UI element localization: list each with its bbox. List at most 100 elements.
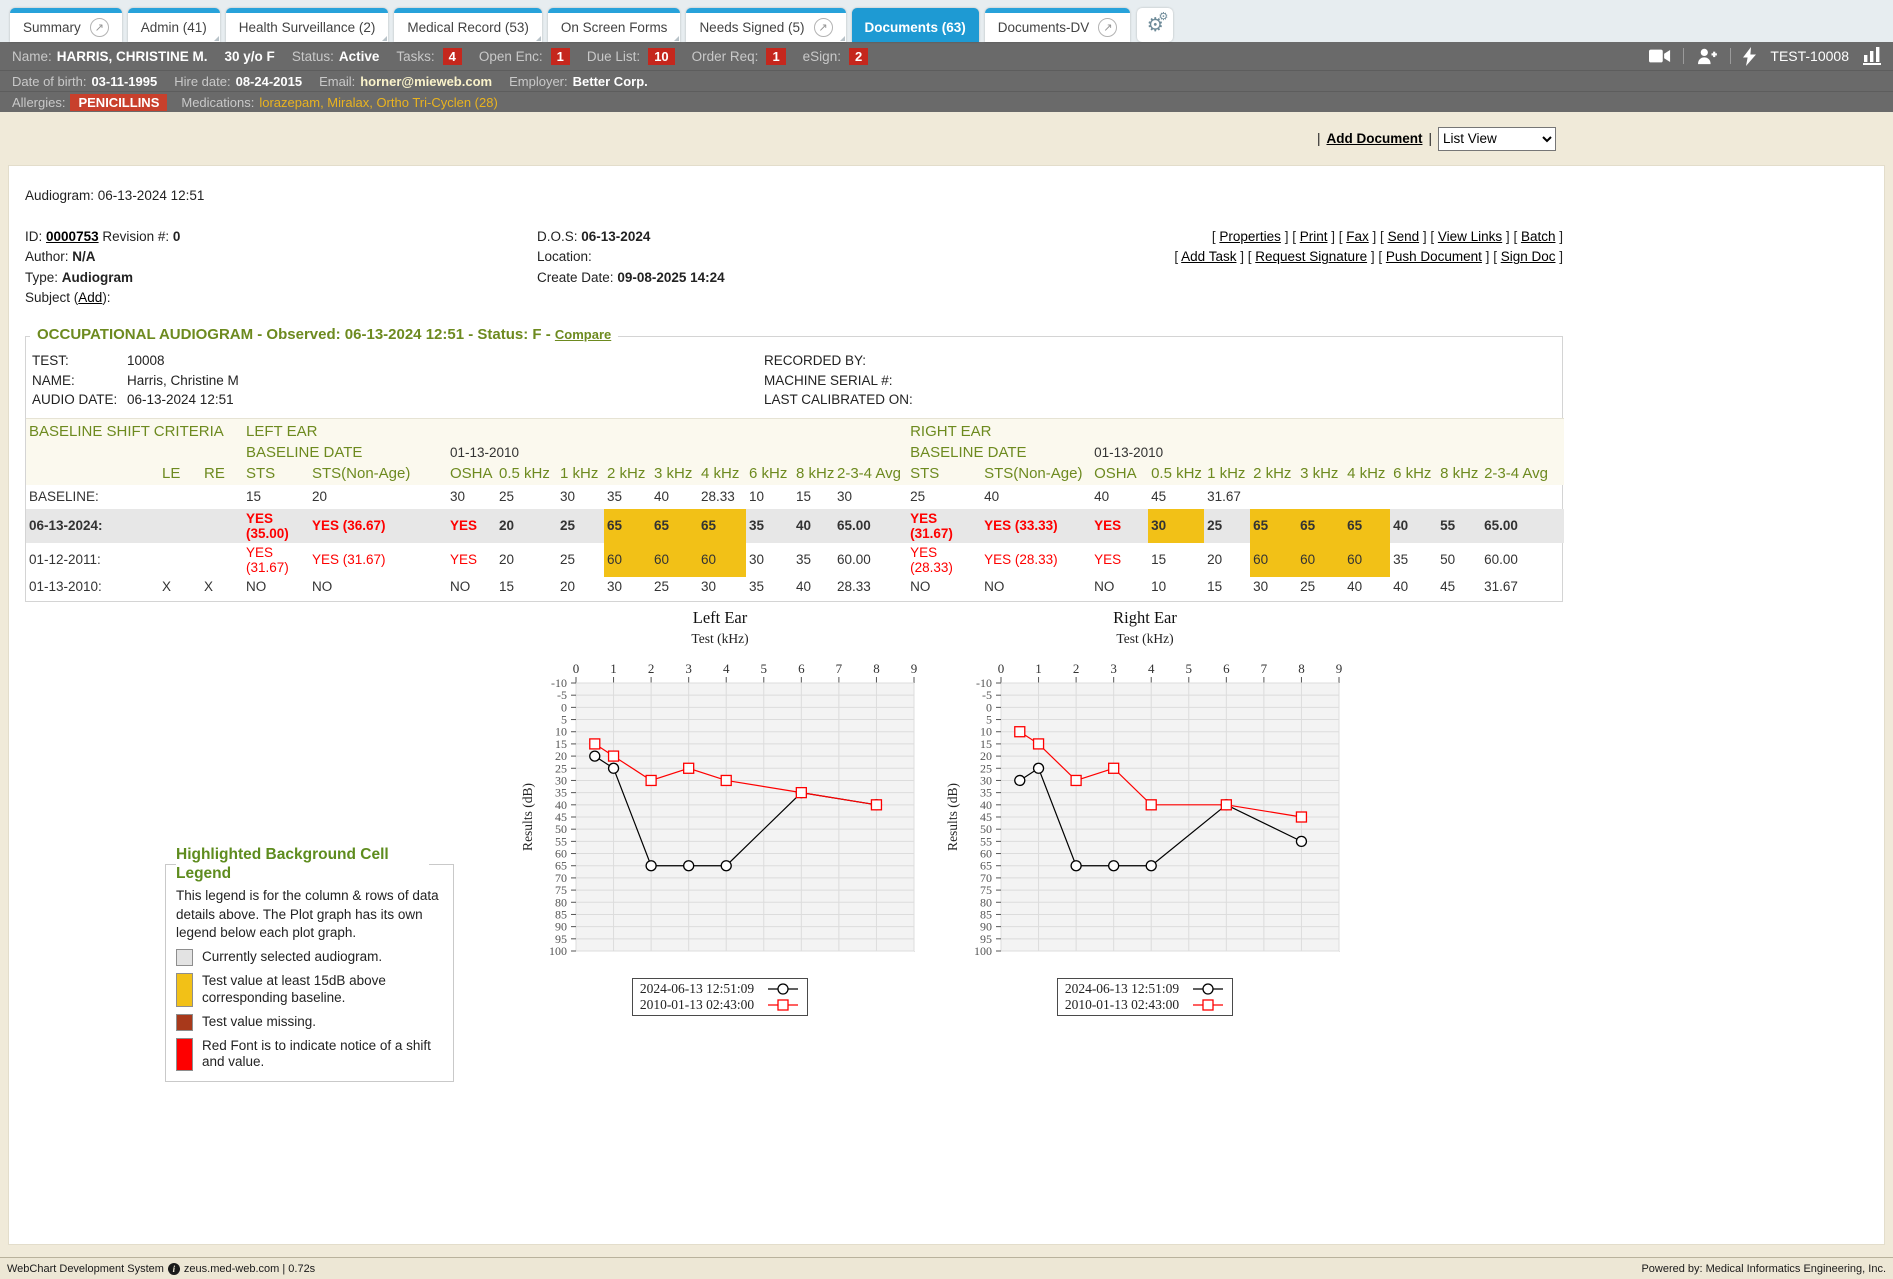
allergy-penicillins[interactable]: PENICILLINS (70, 94, 167, 111)
subject-suffix: ): (102, 290, 110, 305)
col-header-1-khz: 1 kHz (557, 463, 604, 485)
view-select[interactable]: List View (1438, 127, 1556, 151)
tab-documents-63[interactable]: Documents (63) (852, 8, 979, 42)
right-baseline-date-label: BASELINE DATE (907, 442, 1091, 463)
subject-label: Subject ( (25, 290, 78, 305)
counter-badge-tasks[interactable]: 4 (443, 48, 462, 65)
tab-medical-record-53[interactable]: Medical Record (53) (394, 8, 542, 42)
tab-admin-41[interactable]: Admin (41) (128, 8, 220, 42)
allergy-bar: Allergies: PENICILLINS Medications: lora… (0, 91, 1893, 112)
counter-order-req: Order Req:1 (692, 48, 786, 65)
report-field-label: RECORDED BY: (764, 351, 929, 371)
patient-age-sex: 30 y/o F (225, 49, 275, 64)
chart-legend-label: 2024-06-13 12:51:09 (1065, 981, 1179, 997)
popout-icon[interactable]: ↗ (1098, 18, 1117, 37)
col-header-right-6-khz: 6 kHz (1390, 463, 1437, 485)
lightning-icon[interactable] (1743, 47, 1756, 66)
action-view-links[interactable]: View Links (1438, 229, 1502, 244)
chart-legend-row: 2024-06-13 12:51:09 (640, 981, 800, 997)
svg-text:5: 5 (761, 661, 768, 676)
action-send[interactable]: Send (1388, 229, 1420, 244)
row-label: 01-13-2010: (26, 577, 159, 601)
counter-badge-esign[interactable]: 2 (849, 48, 868, 65)
left-value-cell: 40 (651, 485, 698, 509)
right-value-cell: 30 (1148, 509, 1204, 543)
footer-time: | 0.72s (282, 1263, 315, 1275)
demo-hire-date: Hire date:08-24-2015 (174, 74, 302, 89)
right-value-cell: YES (28.33) (981, 543, 1091, 577)
action-properties[interactable]: Properties (1219, 229, 1281, 244)
popout-icon[interactable]: ↗ (90, 18, 109, 37)
counter-badge-open-enc[interactable]: 1 (551, 48, 570, 65)
demo-employer: Employer:Better Corp. (509, 74, 648, 89)
col-header-re: RE (201, 463, 243, 485)
tab-label: Summary (23, 20, 81, 35)
left-value-cell: YES (31.67) (243, 543, 309, 577)
action-print[interactable]: Print (1300, 229, 1328, 244)
right-value-cell: 30 (1250, 577, 1297, 601)
left-value-cell: 30 (698, 577, 746, 601)
svg-text:Results (dB): Results (dB) (945, 783, 960, 851)
report-field-label: MACHINE SERIAL #: (764, 371, 929, 391)
left-value-cell: 60 (651, 543, 698, 577)
popout-icon[interactable]: ↗ (814, 18, 833, 37)
right-value-cell (1390, 485, 1437, 509)
left-value-cell: 10 (746, 485, 793, 509)
subject-add-link[interactable]: Add (78, 290, 102, 305)
col-header-right-3-khz: 3 kHz (1297, 463, 1344, 485)
tab-fold-icon (214, 36, 219, 41)
compare-link[interactable]: Compare (555, 327, 611, 342)
action-batch[interactable]: Batch (1521, 229, 1556, 244)
stats-chart-icon[interactable] (1863, 47, 1881, 65)
chart-legend-row: 2010-01-13 02:43:00 (1065, 997, 1225, 1013)
medication-link-lorazepam[interactable]: lorazepam (259, 95, 320, 110)
patient-id: TEST-10008 (1770, 48, 1849, 64)
action-fax[interactable]: Fax (1346, 229, 1369, 244)
add-document-link[interactable]: Add Document (1326, 131, 1422, 146)
action-sign-doc[interactable]: Sign Doc (1501, 249, 1556, 264)
tab-label: Documents-DV (998, 20, 1090, 35)
left-value-cell: 15 (793, 485, 834, 509)
right-value-cell (1481, 485, 1564, 509)
table-row-01-13-2010: 01-13-2010:XXNONONO1520302530354028.33NO… (26, 577, 1564, 601)
col-header-right-2-3-4-avg: 2-3-4 Avg (1481, 463, 1564, 485)
tab-on-screen-forms[interactable]: On Screen Forms (548, 8, 681, 42)
left-baseline-date-value: 01-13-2010 (447, 442, 907, 463)
report-field-name: NAME:Harris, Christine M (32, 371, 764, 391)
right-value-cell: 15 (1204, 577, 1250, 601)
col-header-right-osha: OSHA (1091, 463, 1148, 485)
video-camera-icon[interactable] (1649, 48, 1671, 64)
medication-link-ortho-tri-cyclen-28[interactable]: Ortho Tri-Cyclen (28) (376, 95, 497, 110)
svg-text:0: 0 (998, 661, 1005, 676)
info-icon[interactable]: i (168, 1263, 180, 1275)
col-header-right-sts-non-age: STS(Non-Age) (981, 463, 1091, 485)
svg-text:6: 6 (1223, 661, 1230, 676)
re-cell (201, 485, 243, 509)
tab-documents-dv[interactable]: Documents-DV ↗ (985, 8, 1131, 42)
tab-label: Health Surveillance (2) (239, 20, 376, 35)
tab-needs-signed-5[interactable]: Needs Signed (5)↗ (686, 8, 845, 42)
action-request-signature[interactable]: Request Signature (1255, 249, 1367, 264)
left-value-cell: 28.33 (698, 485, 746, 509)
tab-health-surveillance-2[interactable]: Health Surveillance (2) (226, 8, 389, 42)
action-push-document[interactable]: Push Document (1386, 249, 1482, 264)
add-person-icon[interactable] (1696, 47, 1718, 65)
status-label: Status: (292, 49, 334, 64)
counter-badge-order-req[interactable]: 1 (766, 48, 785, 65)
tab-summary[interactable]: Summary ↗ (10, 8, 122, 42)
left-value-cell: 25 (557, 509, 604, 543)
medications-list: lorazepam, Miralax, Ortho Tri-Cyclen (28… (259, 95, 497, 110)
medication-link-miralax[interactable]: Miralax (327, 95, 369, 110)
counter-badge-due-list[interactable]: 10 (648, 48, 674, 65)
action-add-task[interactable]: Add Task (1181, 249, 1236, 264)
legend-entry-text: Red Font is to indicate notice of a shif… (202, 1038, 443, 1072)
document-id-link[interactable]: 0000753 (46, 229, 99, 244)
legend-entry-text: Currently selected audiogram. (202, 949, 443, 966)
right-value-cell: 20 (1204, 543, 1250, 577)
footer-host: zeus.med-web.com (184, 1263, 279, 1275)
legend-swatch (176, 949, 193, 966)
left-value-cell: 20 (309, 485, 447, 509)
left-value-cell: 15 (243, 485, 309, 509)
svg-text:100: 100 (974, 944, 992, 958)
settings-gear-button[interactable]: ⚙⚙ (1137, 8, 1173, 42)
